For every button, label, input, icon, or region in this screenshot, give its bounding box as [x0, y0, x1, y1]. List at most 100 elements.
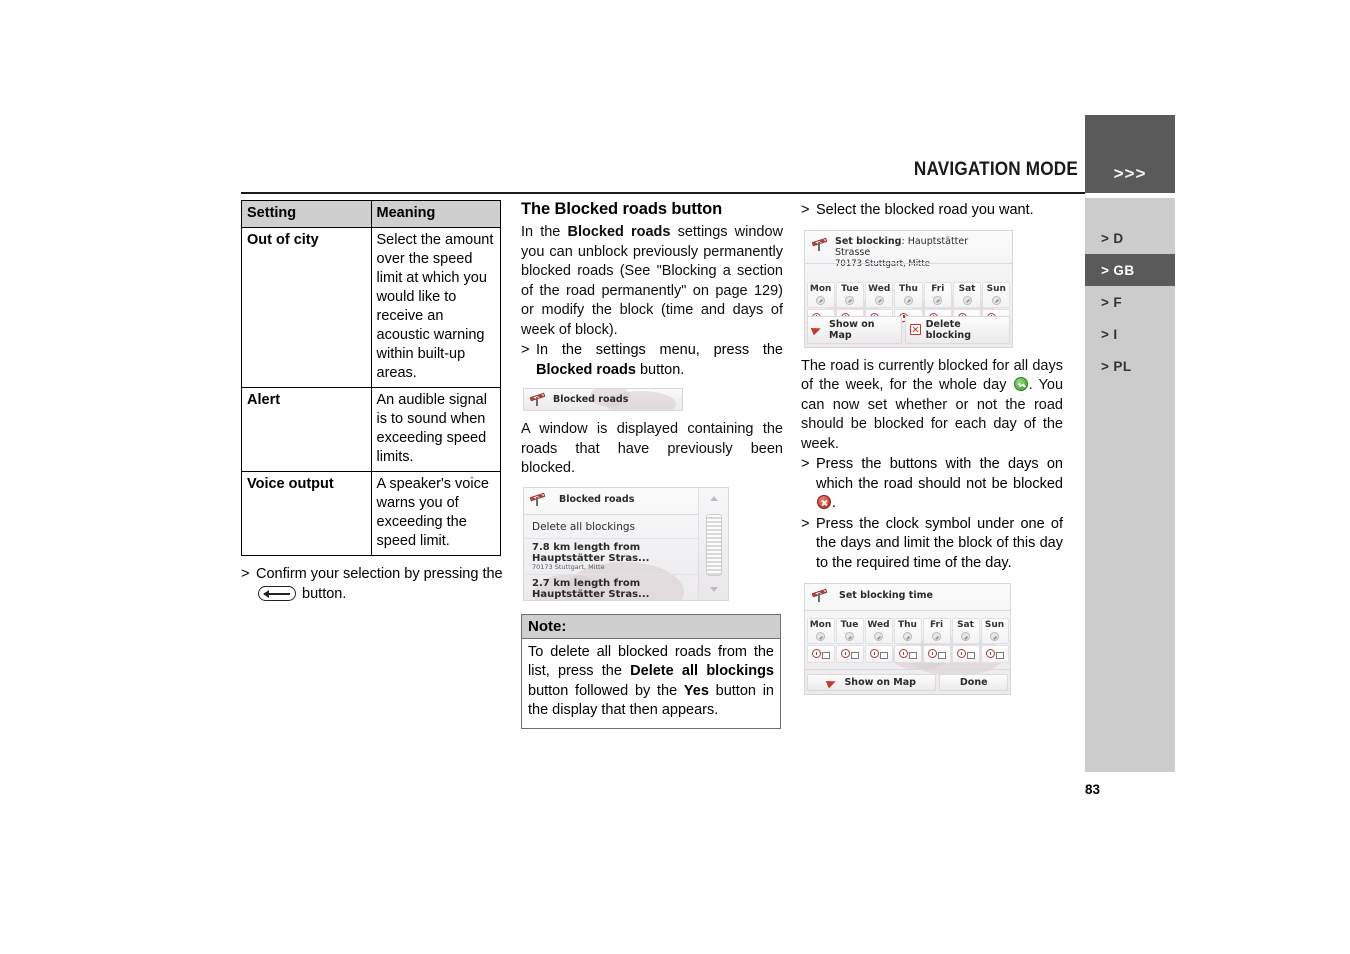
scroll-down-arrow-icon[interactable]: [709, 586, 718, 592]
day-label: Tue: [840, 620, 859, 630]
day-label: Thu: [899, 283, 918, 294]
day-button-fri[interactable]: Fri: [922, 618, 951, 644]
day-button-tue[interactable]: Tue: [835, 281, 865, 308]
manual-page: NAVIGATION MODE >>> > D > GB > F > I > P…: [0, 0, 1350, 954]
clock-page-icon: [879, 652, 888, 659]
list-item[interactable]: 2.7 km length from Hauptstätter Stras...…: [524, 575, 700, 600]
whole-day-check-icon: [932, 632, 941, 641]
step1-p1: In the settings menu, press the: [536, 342, 783, 358]
day-label: Fri: [931, 283, 945, 294]
whole-day-check-icon: [845, 632, 854, 641]
list-window-title: Blocked roads: [559, 493, 635, 505]
day-button-tue[interactable]: Tue: [835, 618, 864, 644]
scroll-up-arrow-icon[interactable]: [709, 495, 718, 501]
delete-blocking-button[interactable]: Delete blocking: [904, 315, 1010, 344]
intro-p2: settings window you can unblock previous…: [521, 224, 784, 338]
clock-page-icon: [966, 652, 975, 659]
set-blocking-time-title: Set blocking time: [839, 590, 933, 601]
clock-button-thu[interactable]: [893, 645, 922, 663]
delete-blocking-label: Delete blocking: [925, 318, 971, 341]
intro-p1: In the: [521, 224, 568, 240]
settings-menu-step: > In the settings menu, press the Blocked…: [521, 341, 783, 380]
day-button-sat[interactable]: Sat: [951, 618, 980, 644]
day-button-fri[interactable]: Fri: [923, 281, 952, 308]
note-bold-yes: Yes: [683, 682, 709, 699]
whole-day-check-icon: [991, 295, 1001, 305]
table-header-setting: Setting: [241, 200, 372, 228]
day-label: Mon: [809, 283, 832, 294]
set-blocking-time-screenshot: Set blocking time Mon Tue Wed Thu Fri Sa…: [804, 583, 1011, 695]
step-marker: >: [241, 566, 250, 582]
day-button-thu[interactable]: Thu: [893, 618, 922, 644]
day-button-wed[interactable]: Wed: [864, 618, 893, 644]
clock-button-wed[interactable]: [864, 645, 893, 663]
sidebar-item-pl[interactable]: > PL: [1085, 350, 1175, 382]
clock-button-tue[interactable]: [835, 645, 864, 663]
confirm-step-text-before: Confirm your selection by pressing the: [256, 566, 503, 582]
blocked-road-icon: [529, 492, 546, 506]
clock-icon: [985, 649, 995, 658]
sidebar-item-gb[interactable]: > GB: [1085, 254, 1175, 286]
day-button-mon[interactable]: Mon: [806, 281, 835, 308]
blocked-road-icon: [811, 237, 828, 251]
clock-page-icon: [821, 652, 830, 659]
done-button[interactable]: Done: [939, 674, 1009, 691]
sidebar-item-f[interactable]: > F: [1085, 286, 1175, 318]
step-marker: >: [801, 202, 810, 218]
whole-day-check-icon: [933, 295, 943, 305]
day-button-sat[interactable]: Sat: [952, 281, 982, 308]
confirm-step-text-after: button.: [302, 585, 347, 602]
green-check-icon: [1013, 377, 1028, 391]
clock-page-icon: [937, 652, 946, 659]
table-cell-meaning: A speaker's voice warns you of exceeding…: [370, 471, 501, 556]
sidebar-item-i[interactable]: > I: [1085, 318, 1175, 350]
day-label: Wed: [867, 620, 890, 630]
page-number: 83: [1085, 782, 1101, 797]
whole-day-check-icon: [845, 295, 855, 305]
page-header-title: NAVIGATION MODE: [913, 158, 1078, 180]
day-label: Mon: [809, 620, 832, 630]
table-header-row: Setting Meaning: [241, 200, 501, 228]
step1-p2: button.: [635, 361, 685, 378]
clock-button-fri[interactable]: [922, 645, 951, 663]
day-button-mon[interactable]: Mon: [806, 618, 835, 644]
note-box: Note: To delete all blocked roads from t…: [521, 613, 781, 729]
sidebar-item-d[interactable]: > D: [1085, 222, 1175, 254]
clock-button-sat[interactable]: [951, 645, 980, 663]
day-button-thu[interactable]: Thu: [894, 281, 923, 308]
step-marker: >: [521, 342, 530, 358]
day-button-wed[interactable]: Wed: [865, 281, 894, 308]
window-displayed-paragraph: A window is displayed containing the roa…: [521, 421, 783, 476]
clock-button-mon[interactable]: [806, 645, 835, 663]
show-on-map-button[interactable]: Show on Map: [807, 674, 937, 691]
blocked-roads-button-label[interactable]: Blocked roads: [553, 394, 628, 405]
list-item-primary[interactable]: 7.8 km length from Hauptstätter Stras...: [532, 542, 694, 564]
select-road-step-text: Select the blocked road you want.: [816, 202, 1034, 218]
delete-all-blockings-row-label[interactable]: Delete all blockings: [532, 521, 635, 533]
whole-day-check-icon: [903, 632, 912, 641]
clock-page-icon: [995, 652, 1004, 659]
day-button-sun[interactable]: Sun: [980, 618, 1009, 644]
list-item[interactable]: 7.8 km length from Hauptstätter Stras...…: [524, 539, 700, 575]
clock-button-sun[interactable]: [980, 645, 1009, 663]
show-on-map-label: Show on Map: [829, 318, 875, 341]
list-item-secondary: 70173 Stuttgart, Mitte: [532, 562, 605, 571]
clock-icon: [840, 649, 850, 658]
list-item-primary[interactable]: 2.7 km length from Hauptstätter Stras...: [532, 578, 694, 600]
list-scrollbar[interactable]: [698, 487, 728, 600]
delete-x-icon: [909, 324, 921, 335]
scroll-thumb[interactable]: [705, 513, 722, 576]
whole-day-check-icon: [816, 295, 826, 305]
blocked-roads-button-screenshot: Blocked roads: [523, 388, 683, 411]
show-on-map-button[interactable]: Show on Map: [807, 315, 902, 344]
list-item[interactable]: Delete all blockings: [524, 516, 700, 539]
sidebar-chevron-block: >>>: [1085, 115, 1175, 193]
section-heading: The Blocked roads button: [521, 200, 723, 218]
right-column: > Select the blocked road you want. Set b…: [801, 200, 1063, 695]
whole-day-check-icon: [903, 295, 913, 305]
day-button-sun[interactable]: Sun: [982, 281, 1011, 308]
step-marker: >: [801, 515, 810, 532]
settings-table: Setting Meaning Out of city Select the a…: [241, 200, 501, 556]
day-label: Sun: [986, 283, 1006, 294]
left-column: Setting Meaning Out of city Select the a…: [241, 200, 503, 604]
